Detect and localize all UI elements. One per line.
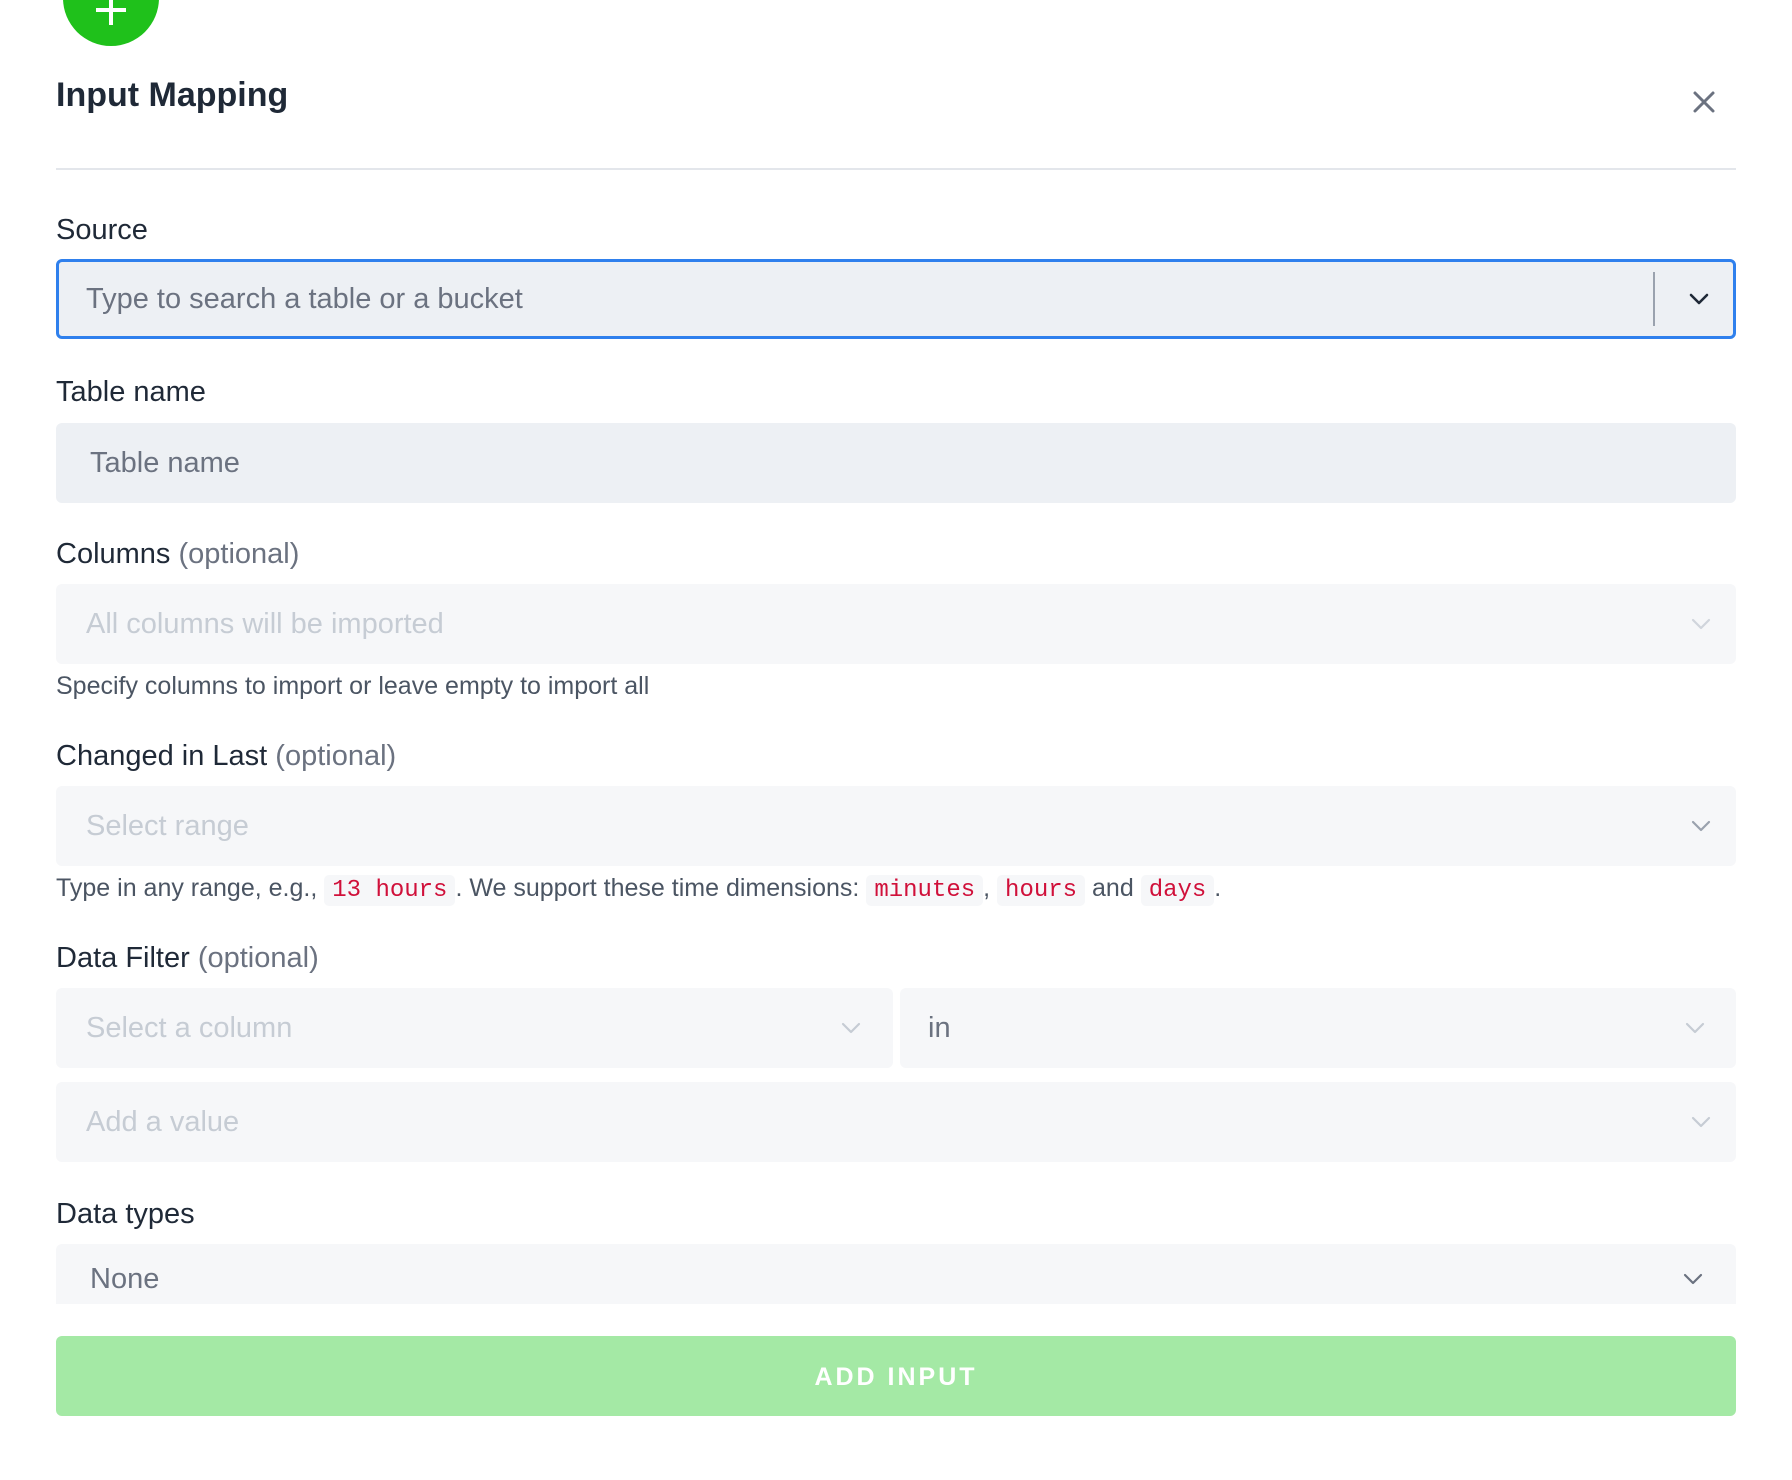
- data-filter-label-text: Data Filter: [56, 942, 190, 974]
- data-types-label: Data types: [56, 1198, 195, 1230]
- chevron-down-icon[interactable]: [838, 1015, 864, 1041]
- columns-placeholder[interactable]: All columns will be imported: [86, 584, 444, 664]
- close-icon[interactable]: [1680, 78, 1728, 126]
- columns-label-text: Columns: [56, 538, 171, 570]
- columns-select[interactable]: All columns will be imported: [56, 584, 1736, 664]
- changed-in-last-label-text: Changed in Last: [56, 740, 268, 772]
- columns-label: Columns (optional): [56, 538, 299, 571]
- input-mapping-modal: Input Mapping Source Type to search a ta…: [0, 0, 1792, 1480]
- dimension-hours: hours: [997, 875, 1086, 906]
- table-name-input[interactable]: Table name: [56, 423, 1736, 503]
- dimension-minutes: minutes: [866, 875, 984, 906]
- chevron-down-icon[interactable]: [1686, 286, 1712, 312]
- dimension-days: days: [1140, 875, 1215, 906]
- columns-help: Specify columns to import or leave empty…: [56, 672, 650, 700]
- add-input-button[interactable]: ADD INPUT: [56, 1336, 1736, 1416]
- comma: ,: [983, 874, 991, 902]
- range-help-prefix: Type in any range, e.g.,: [56, 874, 318, 902]
- source-label: Source: [56, 214, 148, 246]
- range-help-mid: . We support these time dimensions:: [455, 874, 860, 902]
- changed-in-last-label: Changed in Last (optional): [56, 740, 396, 773]
- source-separator: [1653, 272, 1655, 326]
- header-divider: [56, 168, 1736, 170]
- range-placeholder[interactable]: Select range: [86, 786, 249, 866]
- filter-value-select[interactable]: Add a value: [56, 1082, 1736, 1162]
- chevron-down-icon[interactable]: [1688, 611, 1714, 637]
- plus-icon: [96, 0, 126, 25]
- range-select[interactable]: Select range: [56, 786, 1736, 866]
- and-text: and: [1092, 874, 1134, 902]
- filter-column-placeholder[interactable]: Select a column: [86, 988, 292, 1068]
- chevron-down-icon[interactable]: [1688, 813, 1714, 839]
- range-example-code: 13 hours: [324, 875, 456, 906]
- filter-operator-select[interactable]: in: [900, 988, 1736, 1068]
- changed-in-last-optional: (optional): [275, 740, 397, 772]
- source-placeholder[interactable]: Type to search a table or a bucket: [86, 262, 523, 336]
- data-filter-optional: (optional): [197, 942, 319, 974]
- close-button[interactable]: [1680, 78, 1728, 126]
- data-filter-label: Data Filter (optional): [56, 942, 319, 975]
- table-name-placeholder[interactable]: Table name: [90, 423, 240, 503]
- table-name-label: Table name: [56, 376, 206, 408]
- chevron-down-icon[interactable]: [1688, 1109, 1714, 1135]
- filter-operator-value[interactable]: in: [928, 988, 951, 1068]
- data-types-select[interactable]: None: [56, 1244, 1736, 1304]
- period: .: [1214, 874, 1222, 902]
- source-select[interactable]: Type to search a table or a bucket: [56, 259, 1736, 339]
- chevron-down-icon[interactable]: [1682, 1015, 1708, 1041]
- modal-title: Input Mapping: [56, 76, 289, 114]
- chevron-down-icon[interactable]: [1680, 1266, 1706, 1292]
- add-badge: [63, 0, 159, 46]
- columns-optional: (optional): [178, 538, 300, 570]
- filter-value-placeholder[interactable]: Add a value: [86, 1082, 239, 1162]
- filter-column-select[interactable]: Select a column: [56, 988, 893, 1068]
- data-types-value[interactable]: None: [90, 1244, 159, 1314]
- range-help: Type in any range, e.g., 13 hours. We su…: [56, 874, 1222, 906]
